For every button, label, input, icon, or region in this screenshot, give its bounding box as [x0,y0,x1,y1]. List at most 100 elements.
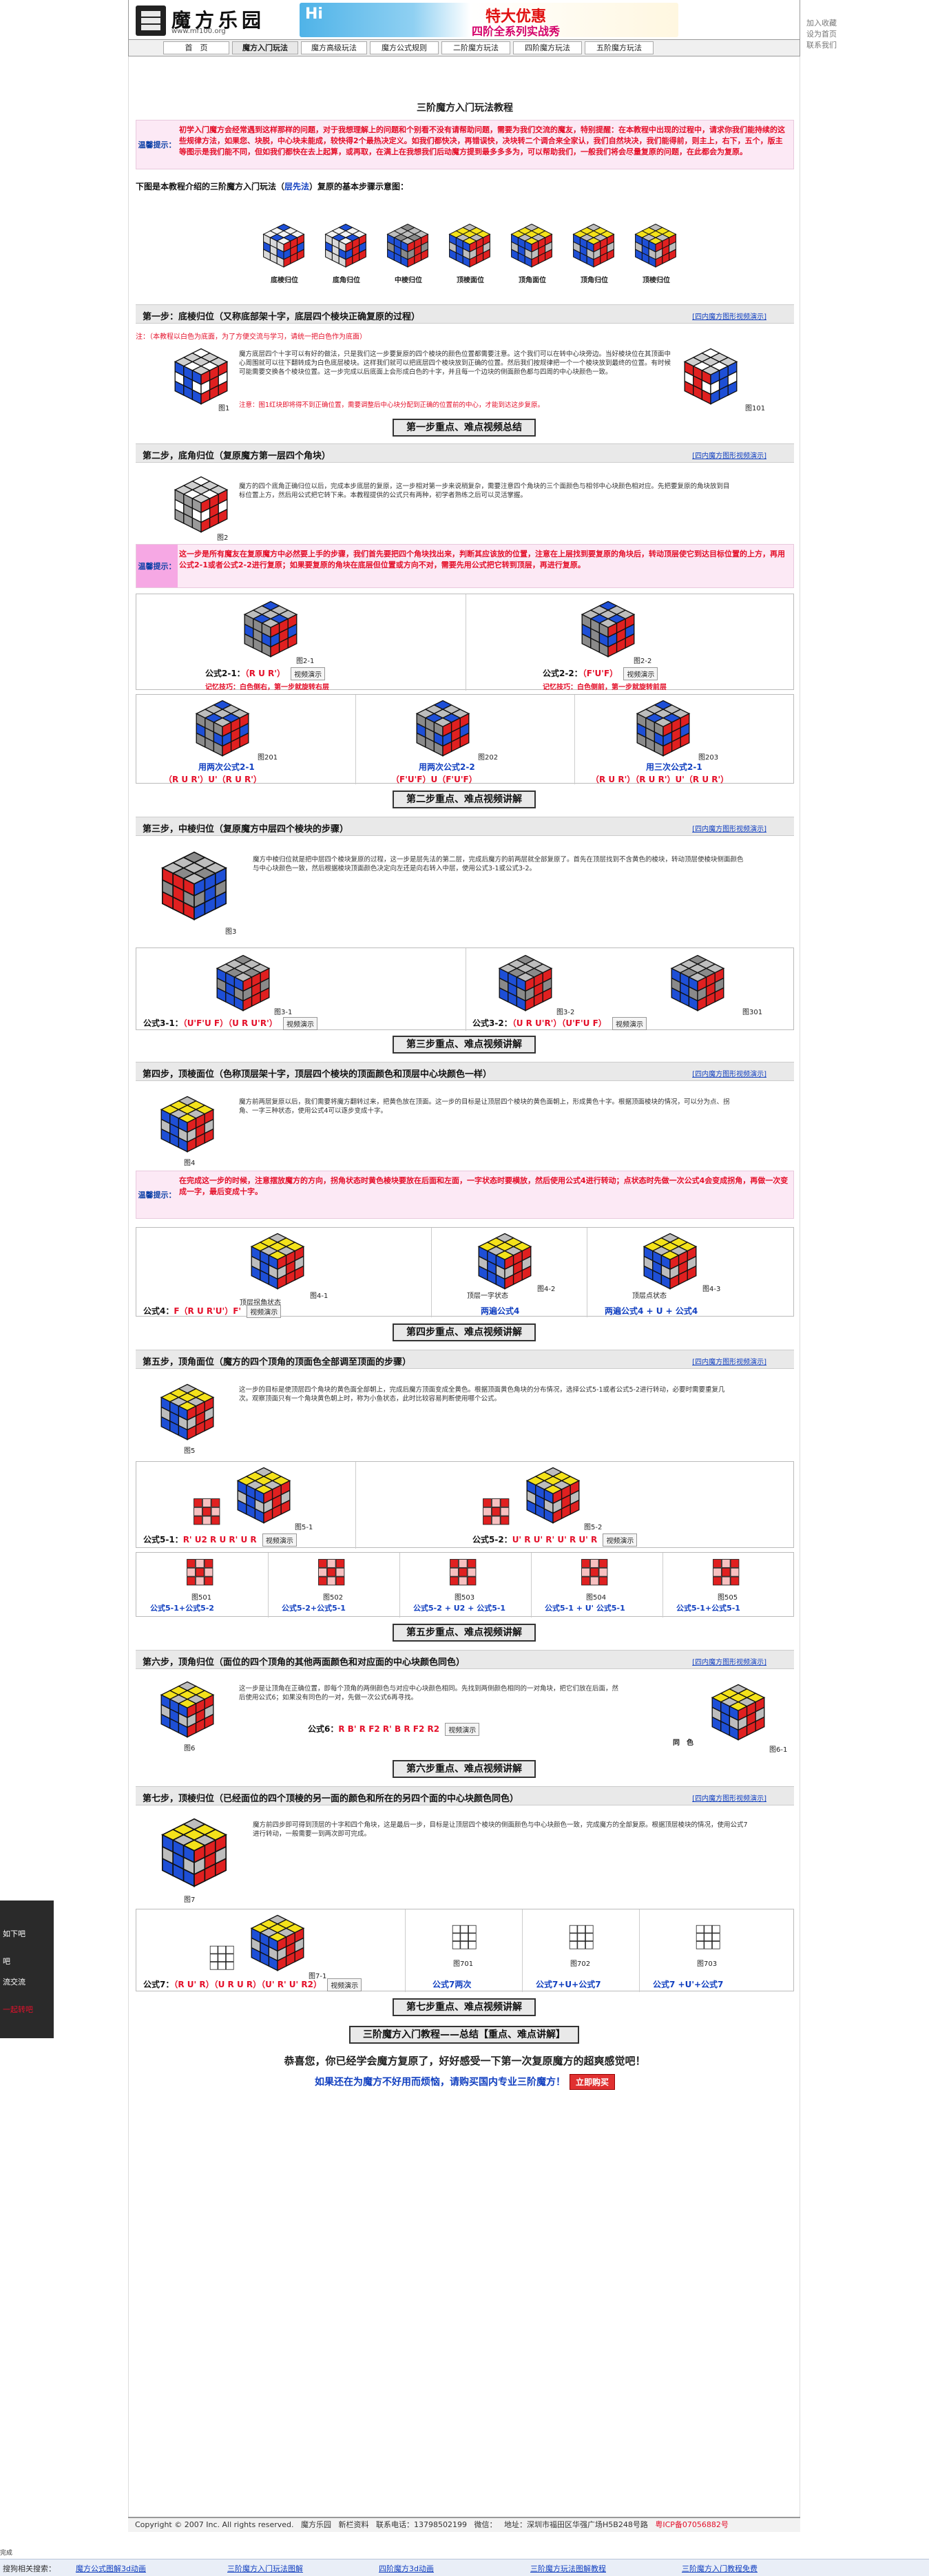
related-search-link[interactable]: 三阶魔方入门玩法图解 [227,2563,303,2574]
demo-button[interactable]: 视频演示 [282,1017,317,1030]
overview-caption: 顶角归位 [581,277,608,284]
formula-3-1: 公式3-1：（U'F'U F）（U R U'R'） 视频演示 [143,1017,317,1030]
cube-top-view [208,1944,236,1971]
formula-5-1: 公式5-1：R' U2 R U R' U R 视频演示 [143,1533,297,1547]
set-homepage-link[interactable]: 设为首页 [806,29,848,40]
step3-keypoint-button[interactable]: 第三步重点、难点视频讲解 [393,1036,536,1054]
nav-2x2[interactable]: 二阶魔方玩法 [441,41,510,54]
nav-beginner[interactable]: 魔方入门玩法 [232,41,298,54]
demo-button[interactable]: 视频演示 [445,1723,480,1736]
cube-illustration [156,1093,218,1155]
summary-button[interactable]: 三阶魔方入门教程——总结【重点、难点讲解】 [349,2026,579,2044]
step2-keypoint-button[interactable]: 第二步重点、难点视频讲解 [393,790,536,808]
step1-keypoint-button[interactable]: 第一步重点、难点视频总结 [393,419,536,437]
case-formula: 公式5-1+公式5-1 [676,1604,740,1613]
formula-5-2: 公式5-2：U' R U' R' U' R U' R 视频演示 [472,1533,638,1547]
floating-side-panel[interactable]: 如下吧 吧 流交流 一起转吧 [0,1900,54,2038]
case-caption: 用两次公式2-1 [198,762,255,772]
fig-caption: 图5-2 [584,1524,603,1531]
demo-button[interactable]: 视频演示 [262,1533,297,1547]
case-formula: （R U R'）U'（R U R'） [164,775,262,784]
overview-caption: 底棱归位 [271,277,298,284]
case-formula: （R U R'）（R U R'）U'（R U R'） [591,775,729,784]
step6-header: 第六步，顶角归位（面位的四个顶角的其他两面颜色和对应面的中心块颜色同色） [四内… [136,1650,794,1669]
fig-caption: 图1 [218,405,230,412]
header-links: 加入收藏 设为首页 联系我们 [806,18,848,51]
case-formula: 公式5-2+公式5-1 [282,1604,346,1613]
case-caption: 用三次公式2-1 [646,762,702,772]
related-search-link[interactable]: 三阶魔方玩法图解教程 [530,2563,606,2574]
step3-video-link[interactable]: [四内魔方图形视频演示] [692,823,766,833]
fig-caption: 图4-1 [310,1292,328,1300]
formula-2-1: 公式2-1：（R U R'） 视频演示 [205,667,326,680]
cube-illustration [212,952,274,1014]
step3-para: 魔方中棱归位就是把中层四个棱块复原的过程，这一步是层先法的第二层，完成后魔方的前… [253,856,744,872]
step4-keypoint-button[interactable]: 第四步重点、难点视频讲解 [393,1323,536,1341]
overview-cube [384,222,432,270]
cube-top-view [185,1557,215,1587]
site-footer: Copyright © 2007 Inc. All rights reserve… [128,2517,800,2532]
step4-formula-box: 图4-1 顶层拐角状态 公式4：F（R U R'U'）F' 视频演示 图4-2 … [136,1227,794,1318]
cube-illustration [170,346,232,408]
memo-tip: 记忆技巧：白色侧右，第一步就旋转右层 [205,684,329,691]
promo-banner[interactable]: Hi 特大优惠 四阶全系列实战秀 [300,3,678,37]
case-formula: 公式5-1 + U' 公式5-1 [545,1604,625,1613]
banner-sub: 四阶全系列实战秀 [472,25,561,37]
related-search-link[interactable]: 四阶魔方3d动画 [379,2563,434,2574]
fig-caption: 图701 [453,1960,474,1968]
overview-caption: 顶棱面位 [457,277,484,284]
cube-illustration [707,1682,769,1743]
main-nav: 首 页 魔方入门玩法 魔方高级玩法 魔方公式规则 二阶魔方玩法 四阶魔方玩法 五… [128,40,800,56]
related-search-link[interactable]: 三阶魔方入门教程免费 [682,2563,758,2574]
step5-keypoint-button[interactable]: 第五步重点、难点视频讲解 [393,1624,536,1642]
fig-caption: 图2-1 [296,658,315,665]
step2-para: 魔方的四个底角正确归位以后，完成本步底层的复原，这一步相对第一步来说稍复杂，需要… [239,483,730,499]
cube-illustration [156,848,232,924]
case-formula: 公式7+U+公式7 [536,1980,601,1989]
nav-advanced[interactable]: 魔方高级玩法 [301,41,367,54]
method-intro: 下图是本教程介绍的三阶魔方入门玩法（层先法）复原的基本步骤示意图： [136,182,409,191]
hint-text: 这一步是所有魔友在复原魔方中必然要上手的步骤，我们首先要把四个角块找出来，判断其… [179,549,785,569]
formula-7: 公式7：（R U' R）（U R U R）（U' R' U' R2） 视频演示 [143,1978,362,1991]
step6-keypoint-button[interactable]: 第六步重点、难点视频讲解 [393,1760,536,1778]
nav-4x4[interactable]: 四阶魔方玩法 [513,41,582,54]
add-favorite-link[interactable]: 加入收藏 [806,18,848,29]
step4-video-link[interactable]: [四内魔方图形视频演示] [692,1068,766,1078]
intro-hint: 温馨提示： 初学入门魔方会经常遇到这样那样的问题，对于我想理解上的问题和个别看不… [136,120,794,169]
step6-title: 第六步，顶角归位（面位的四个顶角的其他两面颜色和对应面的中心块颜色同色） [143,1657,466,1668]
demo-button[interactable]: 视频演示 [291,667,326,680]
demo-button[interactable]: 视频演示 [247,1305,282,1318]
status-text: 完成 [0,2550,13,2557]
site-logo[interactable]: 魔方乐园 www.mf100.org [136,6,287,36]
fig-caption: 图2-2 [634,658,652,665]
demo-button[interactable]: 视频演示 [603,1533,638,1547]
step2-video-link[interactable]: [四内魔方图形视频演示] [692,450,766,460]
nav-home[interactable]: 首 页 [163,41,229,54]
demo-button[interactable]: 视频演示 [327,1978,362,1991]
fig-caption: 图301 [742,1009,763,1016]
cube-illustration [191,698,253,760]
fig-caption: 图4-2 [537,1286,556,1293]
overview-cube [260,222,308,270]
nav-5x5[interactable]: 五阶魔方玩法 [585,41,654,54]
hint-text: 在完成这一步的时候，注意摆放魔方的方向，拐角状态时黄色棱块要放在后面和左面，一字… [179,1176,789,1196]
demo-button[interactable]: 视频演示 [612,1017,647,1030]
cube-illustration [639,1231,701,1292]
step7-video-link[interactable]: [四内魔方图形视频演示] [692,1792,766,1803]
overview-caption: 底角归位 [333,277,360,284]
page-title: 三阶魔方入门玩法教程 [417,103,513,114]
demo-button[interactable]: 视频演示 [623,667,658,680]
contact-link[interactable]: 联系我们 [806,40,848,51]
buy-button[interactable]: 立即购买 [569,2074,615,2090]
nav-formula[interactable]: 魔方公式规则 [370,41,439,54]
step6-video-link[interactable]: [四内魔方图形视频演示] [692,1656,766,1666]
cube-illustration [632,698,694,760]
related-search-link[interactable]: 魔方公式图解3d动画 [76,2563,146,2574]
step1-video-link[interactable]: [四内魔方图形视频演示] [692,311,766,321]
step7-keypoint-button[interactable]: 第七步重点、难点视频讲解 [393,1998,536,2016]
step5-video-link[interactable]: [四内魔方图形视频演示] [692,1356,766,1366]
step5-cases-box: 图501 公式5-1+公式5-2 图502 公式5-2+公式5-1 图503 公式5-2 … [136,1552,794,1617]
fig-caption: 图3-2 [556,1009,575,1016]
cube-illustration [247,1912,309,1974]
related-search-bar: 搜狗相关搜索： 魔方公式图解3d动画 三阶魔方入门玩法图解 四阶魔方3d动画 三… [0,2559,929,2576]
